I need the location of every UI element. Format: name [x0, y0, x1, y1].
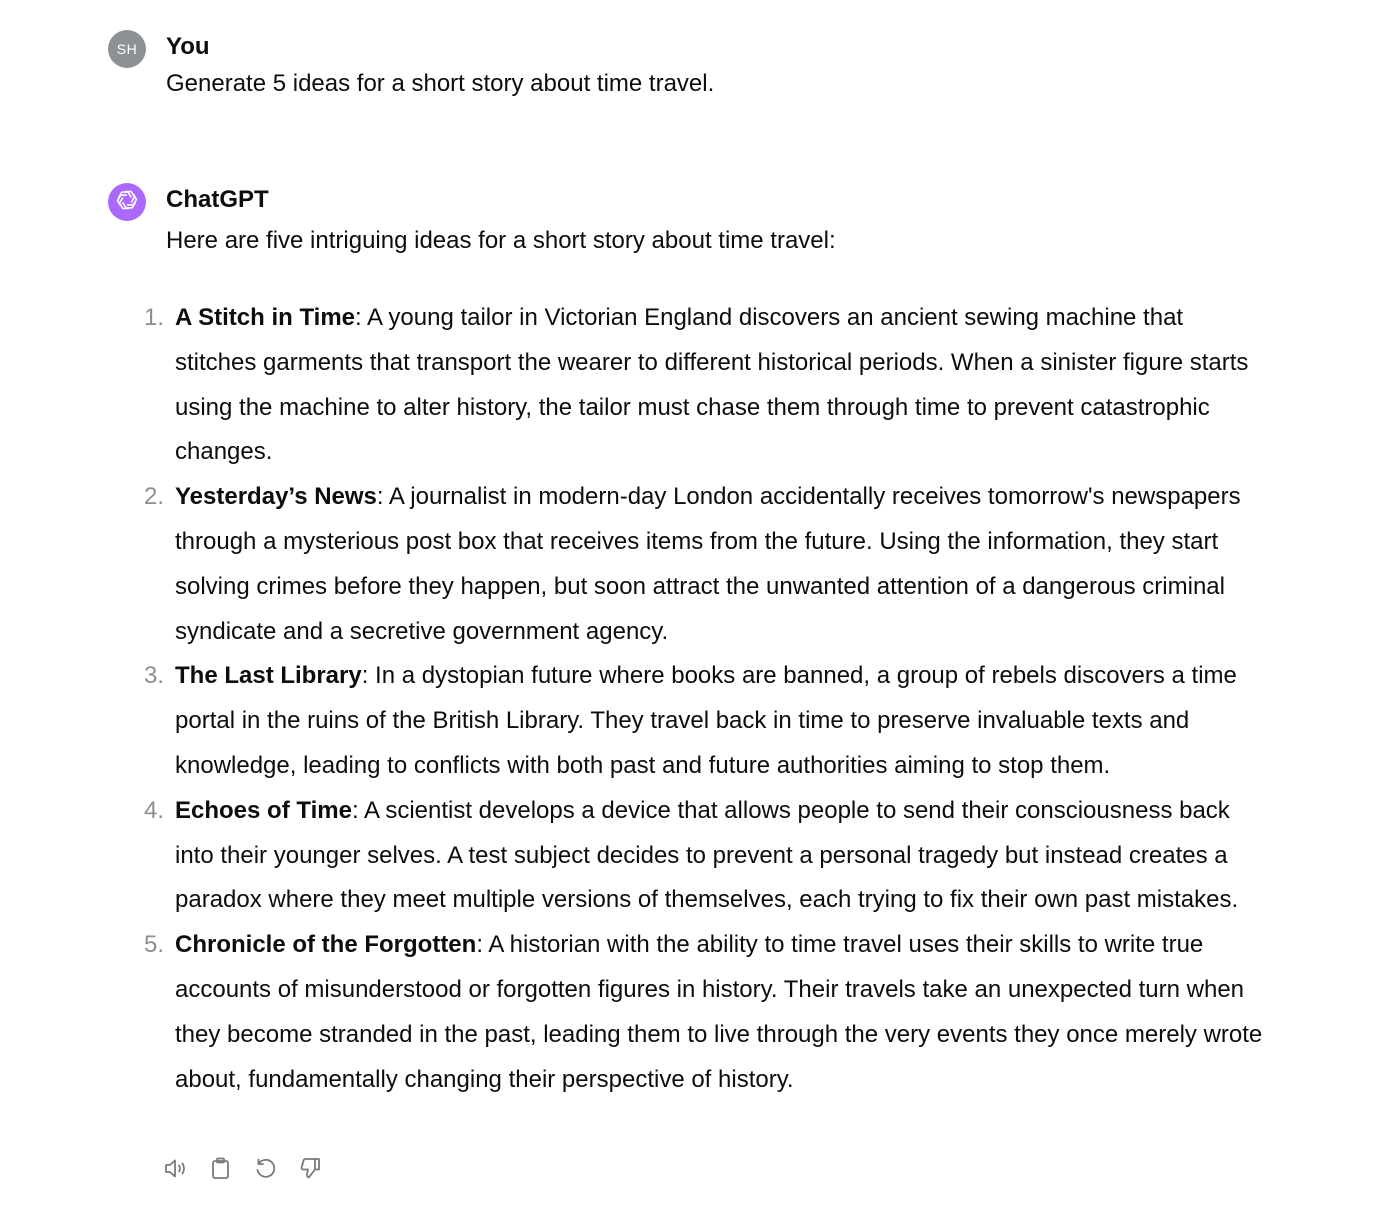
idea-title: Chronicle of the Forgotten	[175, 931, 477, 959]
list-item: 5. Chronicle of the Forgotten: A histori…	[108, 923, 1268, 1102]
clipboard-icon	[208, 1156, 233, 1186]
assistant-author-name: ChatGPT	[166, 186, 269, 213]
regenerate-button[interactable]	[253, 1158, 278, 1183]
user-avatar-initials: SH	[116, 41, 138, 57]
list-item: 3. The Last Library: In a dystopian futu…	[108, 654, 1268, 788]
idea-title: Echoes of Time	[175, 796, 352, 824]
list-item: 4. Echoes of Time: A scientist develops …	[108, 789, 1268, 923]
assistant-avatar	[108, 183, 146, 221]
list-item: 2. Yesterday’s News: A journalist in mod…	[108, 475, 1268, 654]
thumbs-down-icon	[298, 1156, 323, 1186]
openai-logo-icon	[114, 187, 140, 218]
list-item-number: 2.	[143, 483, 164, 511]
idea-title: The Last Library	[175, 662, 362, 690]
regenerate-icon	[253, 1156, 278, 1186]
assistant-intro-text: Here are five intriguing ideas for a sho…	[166, 227, 836, 254]
user-avatar: SH	[108, 30, 146, 68]
list-item-number: 5.	[143, 931, 164, 959]
idea-title: A Stitch in Time	[175, 304, 356, 331]
user-author-name: You	[166, 33, 210, 60]
user-message-text: Generate 5 ideas for a short story about…	[166, 70, 715, 97]
list-item: 1. A Stitch in Time: A young tailor in V…	[108, 296, 1268, 475]
story-ideas-list: 1. A Stitch in Time: A young tailor in V…	[108, 296, 1288, 1102]
read-aloud-button[interactable]	[163, 1158, 188, 1183]
list-item-number: 4.	[143, 796, 164, 824]
list-item-number: 1.	[143, 304, 164, 331]
bad-response-button[interactable]	[298, 1156, 323, 1186]
idea-title: Yesterday’s News	[175, 483, 377, 511]
copy-button[interactable]	[208, 1156, 233, 1186]
speaker-icon	[163, 1156, 188, 1186]
list-item-number: 3.	[143, 662, 164, 690]
message-actions	[163, 1156, 323, 1186]
